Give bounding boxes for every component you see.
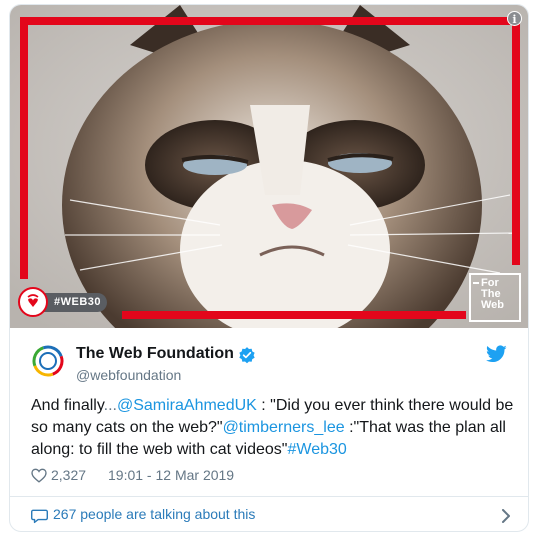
tweet-timestamp[interactable]: 19:01 - 12 Mar 2019	[108, 467, 234, 483]
conversation-link-row[interactable]: 267 people are talking about this	[31, 504, 517, 526]
web-foundation-logo-icon	[32, 345, 64, 377]
mention-link-timberners[interactable]: @timberners_lee	[223, 419, 345, 436]
speech-bubble-icon	[31, 509, 48, 524]
frame-left-bar	[20, 17, 28, 279]
hashtag-link-web30[interactable]: #Web30	[287, 441, 346, 458]
tweet-text: And finally...@SamiraAhmedUK : "Did you …	[31, 395, 517, 461]
ftw-line-3: Web	[481, 299, 505, 311]
tweet-media-image[interactable]: i #WEB30 For The Web	[10, 5, 528, 328]
grumpy-cat-photo	[10, 5, 528, 328]
mention-link-samira[interactable]: @SamiraAhmedUK	[117, 397, 257, 414]
twitter-bird-icon[interactable]	[486, 345, 507, 363]
tweet-intro: And finally	[31, 397, 104, 414]
divider	[10, 496, 528, 497]
conversation-label[interactable]: 267 people are talking about this	[53, 506, 255, 522]
ftw-dash	[473, 282, 479, 284]
heart-wifi-logo-icon	[18, 287, 48, 317]
info-icon[interactable]: i	[507, 11, 522, 26]
author-handle[interactable]: @webfoundation	[76, 367, 181, 383]
heart-icon[interactable]	[31, 468, 47, 483]
tweet-card: i #WEB30 For The Web The Web Foundation …	[9, 4, 529, 532]
like-count[interactable]: 2,327	[51, 467, 86, 483]
author-name[interactable]: The Web Foundation	[76, 345, 234, 363]
frame-top-bar	[20, 17, 520, 25]
tweet-ellipsis: ...	[103, 397, 117, 414]
web30-badge: #WEB30	[18, 287, 110, 317]
web30-hashtag-label: #WEB30	[42, 293, 108, 312]
frame-bottom-bar	[122, 311, 466, 319]
chevron-right-icon[interactable]	[501, 509, 511, 523]
verified-badge-icon	[239, 347, 255, 364]
frame-right-bar	[512, 17, 520, 265]
avatar[interactable]	[32, 345, 64, 377]
for-the-web-logo: For The Web	[469, 273, 521, 322]
